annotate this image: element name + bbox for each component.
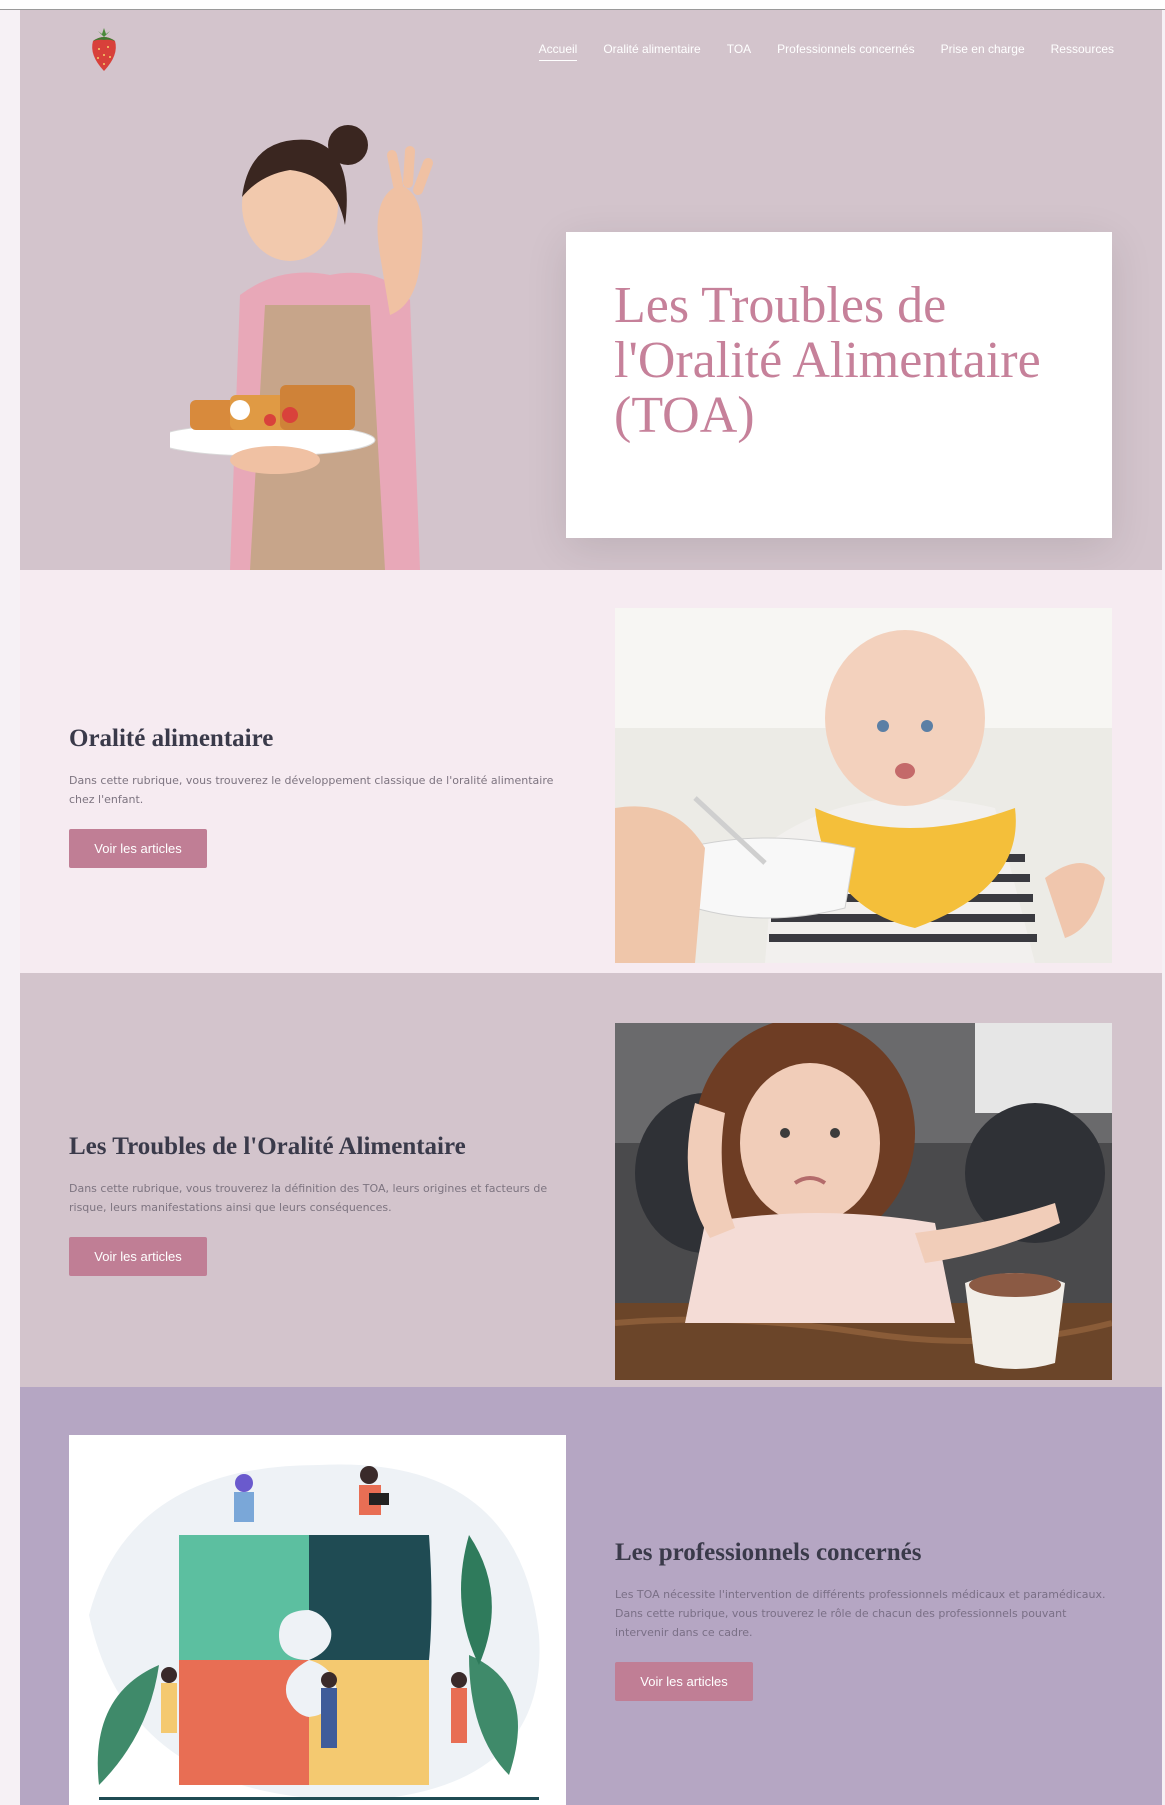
section-title: Oralité alimentaire <box>69 725 274 752</box>
nav-item-oralite-alimentaire[interactable]: Oralité alimentaire <box>603 42 700 61</box>
section-title: Les professionnels concernés <box>615 1539 922 1566</box>
section-content: Oralité alimentaire Dans cette rubrique,… <box>69 725 569 868</box>
section-troubles-oralite: Les Troubles de l'Oralité Alimentaire Da… <box>20 973 1162 1387</box>
strawberry-icon[interactable] <box>84 25 124 75</box>
section-description: Les TOA nécessite l'intervention de diff… <box>615 1588 1106 1639</box>
girl-refusing-food-photo <box>614 1018 1113 1380</box>
section-title: Les Troubles de l'Oralité Alimentaire <box>69 1133 466 1160</box>
section-description: Dans cette rubrique, vous trouverez le d… <box>69 774 554 806</box>
voir-les-articles-button[interactable]: Voir les articles <box>615 1662 753 1701</box>
page-title: Les Troubles de l'Oralité Alimentaire (T… <box>614 277 1041 444</box>
puzzle-team-illustration <box>69 1435 566 1805</box>
nav-item-toa[interactable]: TOA <box>727 42 751 61</box>
section-oralite-alimentaire: Oralité alimentaire Dans cette rubrique,… <box>20 570 1162 973</box>
nav-item-ressources[interactable]: Ressources <box>1051 42 1114 61</box>
voir-les-articles-button[interactable]: Voir les articles <box>69 1237 207 1276</box>
browser-top-edge <box>0 0 1165 10</box>
section-content: Les professionnels concernés Les TOA néc… <box>615 1539 1115 1701</box>
hero-title-card: Les Troubles de l'Oralité Alimentaire (T… <box>566 232 1112 538</box>
section-description: Dans cette rubrique, vous trouverez la d… <box>69 1182 548 1214</box>
nav-item-professionnels-concernes[interactable]: Professionnels concernés <box>777 42 914 61</box>
nav-item-prise-en-charge[interactable]: Prise en charge <box>941 42 1025 61</box>
section-content: Les Troubles de l'Oralité Alimentaire Da… <box>69 1133 569 1276</box>
baby-eating-photo <box>615 608 1112 963</box>
nav-item-accueil[interactable]: Accueil <box>538 42 578 61</box>
hero-photo-girl-refusing-waffles <box>154 115 530 570</box>
hero-section: Accueil Oralité alimentaire TOA Professi… <box>20 10 1162 570</box>
main-nav: Accueil Oralité alimentaire TOA Professi… <box>538 42 1114 61</box>
voir-les-articles-button[interactable]: Voir les articles <box>69 829 207 868</box>
page: Accueil Oralité alimentaire TOA Professi… <box>20 10 1162 1805</box>
section-professionnels-concernes: Les professionnels concernés Les TOA néc… <box>20 1387 1162 1805</box>
